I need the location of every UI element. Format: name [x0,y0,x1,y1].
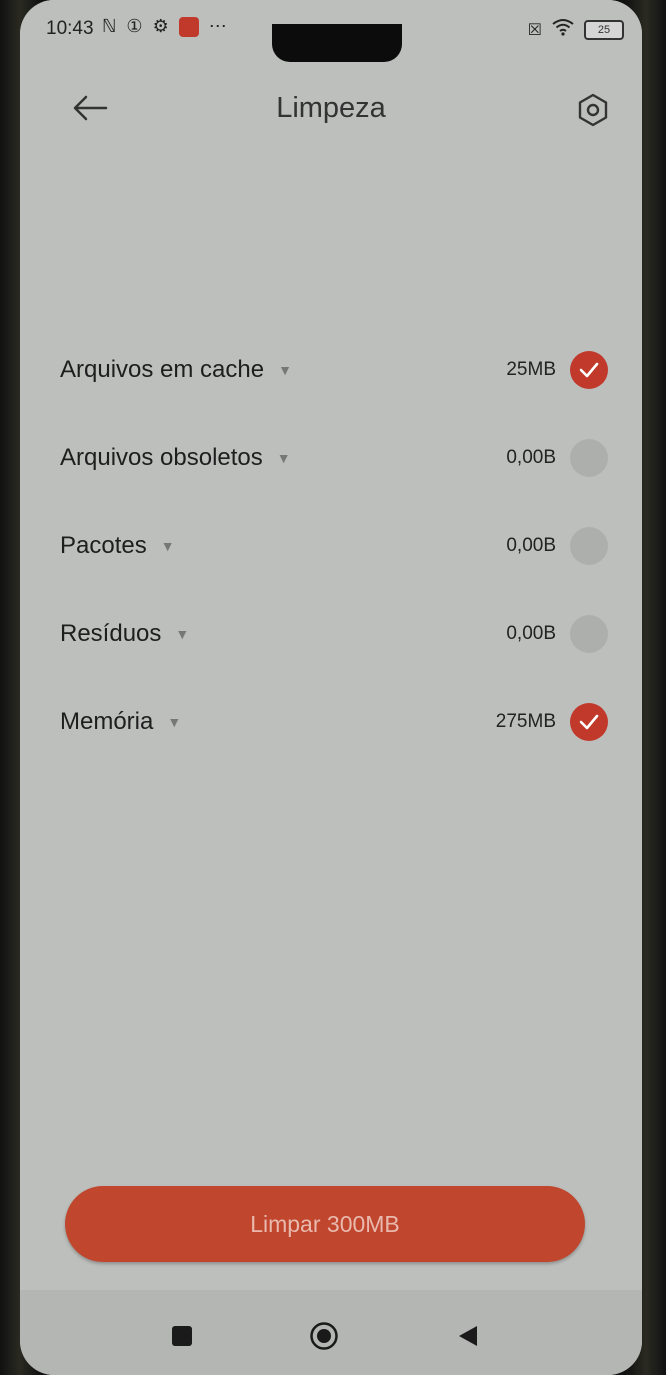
clean-button[interactable]: Limpar 300MB [65,1186,585,1262]
wifi-icon [552,18,574,41]
recents-button[interactable] [162,1316,202,1356]
item-size: 25MB [506,359,556,380]
item-size: 275MB [495,711,556,732]
item-checkbox[interactable] [570,703,608,741]
camera-notch [272,24,402,62]
sim-icon: ① [126,16,143,36]
item-size: 0,00B [506,535,556,556]
hexagon-settings-icon [578,93,608,127]
check-icon [579,362,599,378]
system-nav-bar [20,1290,642,1375]
item-label: Pacotes [60,532,147,559]
home-button[interactable] [304,1316,344,1356]
item-label: Arquivos em cache [60,356,265,383]
item-label: Arquivos obsoletos [60,444,263,471]
status-icons-right: ☒ 25 [528,18,624,41]
gear-icon: ⚙ [152,16,169,36]
status-icons-left: ℕ ① ⚙ ⋯ [102,16,227,37]
status-time: 10:43 [46,18,94,39]
item-label: Memória [60,708,154,735]
status-bar: 10:43 ℕ ① ⚙ ⋯ ☒ 25 [20,10,642,62]
square-icon [172,1326,192,1346]
item-checkbox[interactable] [570,615,608,653]
nav-back-button[interactable] [448,1316,488,1356]
caret-down-icon[interactable]: ▼ [278,362,292,378]
nfc-icon: ℕ [102,16,117,36]
no-sim-icon: ☒ [527,21,542,39]
triangle-back-icon [459,1326,477,1346]
settings-button[interactable] [565,82,621,138]
app-notification-icon [178,16,199,37]
item-checkbox[interactable] [570,351,608,389]
app-area: 10:43 ℕ ① ⚙ ⋯ ☒ 25 Limpeza Arquivos em c… [20,0,642,1290]
battery-icon: 25 [584,19,624,40]
caret-down-icon[interactable]: ▼ [161,538,175,554]
more-icon: ⋯ [208,16,227,36]
item-checkbox[interactable] [570,439,608,477]
item-size: 0,00B [506,623,556,644]
item-size: 0,00B [506,447,556,468]
caret-down-icon[interactable]: ▼ [167,714,181,730]
list-item-cache[interactable]: Arquivos em cache ▼ 25MB [60,345,620,395]
phone-screen: 10:43 ℕ ① ⚙ ⋯ ☒ 25 Limpeza Arquivos em c… [20,0,642,1375]
item-checkbox[interactable] [570,527,608,565]
circle-icon [310,1322,338,1350]
page-title: Limpeza [276,92,386,124]
list-item-memory[interactable]: Memória ▼ 275MB [60,697,620,747]
list-item-packages[interactable]: Pacotes ▼ 0,00B [60,521,620,571]
item-label: Resíduos [60,620,162,647]
cleanup-list: Arquivos em cache ▼ 25MB Arquivos obsole… [60,345,620,785]
list-item-obsolete[interactable]: Arquivos obsoletos ▼ 0,00B [60,433,620,483]
caret-down-icon[interactable]: ▼ [175,626,189,642]
list-item-residues[interactable]: Resíduos ▼ 0,00B [60,609,620,659]
caret-down-icon[interactable]: ▼ [277,450,291,466]
check-icon [579,714,599,730]
toolbar: Limpeza [20,70,642,150]
